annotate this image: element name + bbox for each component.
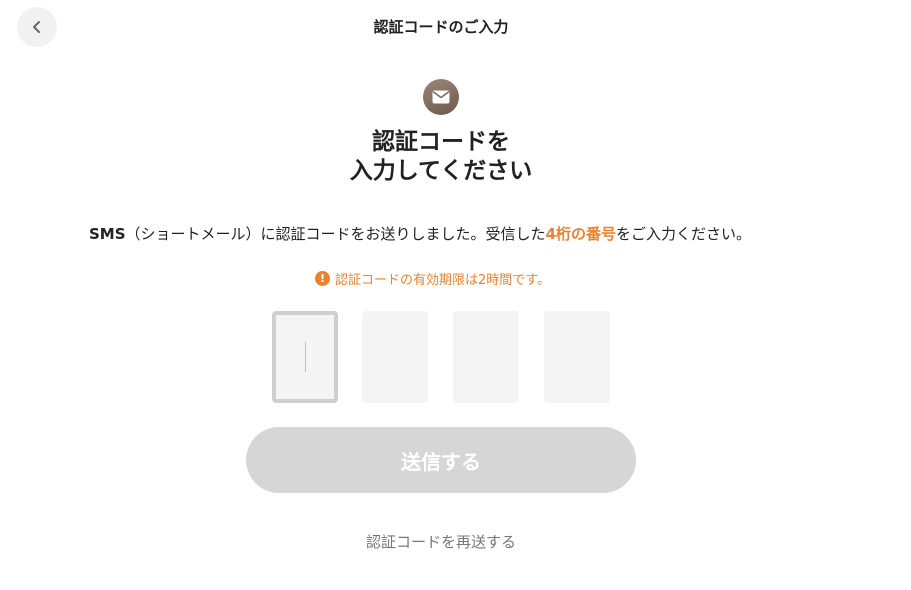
description-middle: （ショートメール）に認証コードをお送りしました。受信した [125,225,546,243]
description-end: をご入力ください。 [616,225,752,243]
mail-badge [423,79,459,115]
expiry-notice-text: 認証コードの有効期限は2時間です。 [335,273,550,288]
text-caret [305,342,306,372]
page-title: 認証コードのご入力 [373,18,509,36]
mail-icon [432,90,450,104]
resend-code-link[interactable]: 認証コードを再送する [0,531,882,552]
code-input-4[interactable] [544,311,610,403]
warning-icon: ! [315,271,330,286]
code-input-2[interactable] [362,311,428,403]
submit-button[interactable]: 送信する [246,427,636,493]
main-heading: 認証コードを 入力してください [0,128,882,186]
sms-label: SMS [89,225,126,243]
sms-description: SMS（ショートメール）に認証コードをお送りしました。受信した4桁の番号をご入力… [89,224,849,244]
expiry-notice: ! 認証コードの有効期限は2時間です。 [315,269,550,288]
code-input-3[interactable] [453,311,519,403]
heading-line-2: 入力してください [349,158,533,184]
heading-line-1: 認証コードを [372,129,510,155]
header: 認証コードのご入力 [0,0,911,54]
digit-count-highlight: 4桁の番号 [545,225,616,243]
